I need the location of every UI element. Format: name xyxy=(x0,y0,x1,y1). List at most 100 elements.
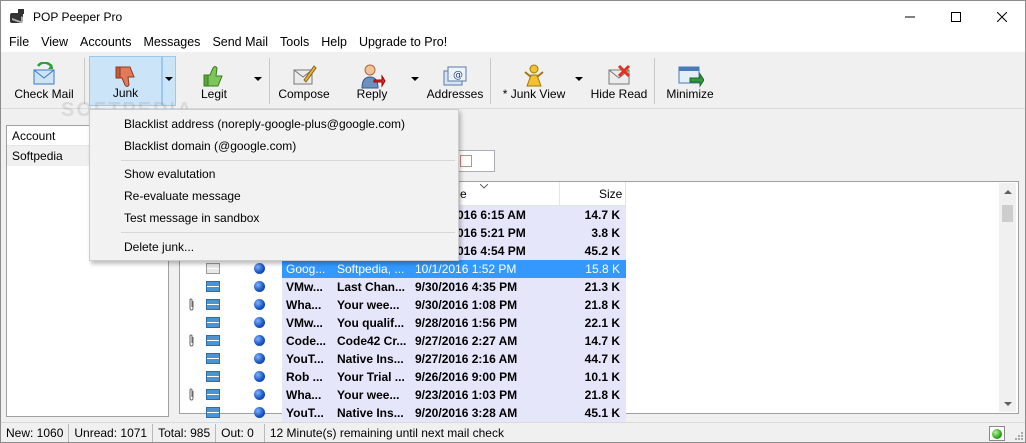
priority-dot-icon xyxy=(254,371,265,382)
table-row[interactable]: Code... Code42 Cr... 9/27/2016 2:27 AM 1… xyxy=(180,332,626,350)
status-unread: Unread: 1071 xyxy=(69,423,154,442)
resize-grip-icon[interactable] xyxy=(1013,430,1023,440)
column-header-size[interactable]: Size xyxy=(561,182,626,206)
vertical-scrollbar[interactable] xyxy=(999,183,1016,412)
filter-color-swatch xyxy=(460,155,472,167)
menu-send-mail[interactable]: Send Mail xyxy=(206,32,274,52)
status-out: Out: 0 xyxy=(216,423,265,442)
reply-button[interactable]: Reply xyxy=(341,56,403,106)
hide-read-icon xyxy=(608,64,631,85)
row-from: Wha... xyxy=(286,298,322,312)
menu-file[interactable]: File xyxy=(3,32,35,52)
table-row[interactable]: VMw... You qualif... 9/28/2016 1:56 PM 2… xyxy=(180,314,626,332)
legit-dropdown-button[interactable] xyxy=(251,56,265,106)
table-row[interactable]: VMw... Last Chan... 9/30/2016 4:35 PM 21… xyxy=(180,278,626,296)
junk-view-dropdown-button[interactable] xyxy=(572,56,586,106)
row-subject: Your wee... xyxy=(337,298,400,312)
priority-dot-icon xyxy=(254,389,265,400)
status-total: Total: 985 xyxy=(153,423,217,442)
attachment-icon xyxy=(188,332,198,350)
check-mail-icon xyxy=(33,62,55,85)
filter-field[interactable] xyxy=(453,150,495,172)
maximize-icon xyxy=(951,11,961,22)
table-row[interactable]: Wha... Your wee... 9/30/2016 1:08 PM 21.… xyxy=(180,296,626,314)
app-logo-icon xyxy=(9,8,25,25)
menu-accounts[interactable]: Accounts xyxy=(74,32,137,52)
priority-dot-icon xyxy=(254,299,265,310)
row-date: 9/27/2016 2:16 AM xyxy=(415,352,518,366)
menu-item-delete-junk[interactable]: Delete junk... xyxy=(90,236,458,258)
menu-view[interactable]: View xyxy=(35,32,74,52)
row-size: 21.8 K xyxy=(584,388,620,402)
menu-item-show-evaluation[interactable]: Show evalutation xyxy=(90,163,458,185)
envelope-icon xyxy=(206,299,220,310)
minimize-window-button[interactable] xyxy=(887,1,933,32)
thumbs-up-icon xyxy=(203,66,223,87)
scroll-thumb[interactable] xyxy=(1002,205,1013,222)
chevron-down-icon xyxy=(411,77,419,81)
table-row[interactable]: Wha... Your wee... 9/23/2016 1:03 PM 21.… xyxy=(180,386,626,404)
menu-item-test-sandbox[interactable]: Test message in sandbox xyxy=(90,207,458,229)
menu-item-blacklist-address[interactable]: Blacklist address (noreply-google-plus@g… xyxy=(90,113,458,135)
row-date: 9/30/2016 1:08 PM xyxy=(415,298,518,312)
row-date: 9/20/2016 3:28 AM xyxy=(415,406,518,420)
row-size: 10.1 K xyxy=(584,370,620,384)
addresses-button[interactable]: @ Addresses xyxy=(425,56,485,106)
row-date: 9/23/2016 1:03 PM xyxy=(415,388,518,402)
window-title: POP Peeper Pro xyxy=(33,9,123,24)
connection-status-icon xyxy=(989,426,1005,441)
app-window: POP Peeper Pro File View Accounts Messag… xyxy=(0,0,1026,443)
row-from: YouT... xyxy=(286,406,324,420)
minimize-icon xyxy=(905,16,915,17)
junk-view-button[interactable]: * Junk View xyxy=(497,56,571,106)
title-bar: POP Peeper Pro xyxy=(1,1,1025,32)
toolbar-separator xyxy=(490,58,491,104)
menu-separator xyxy=(121,160,455,161)
reply-dropdown-button[interactable] xyxy=(408,56,422,106)
row-from: Wha... xyxy=(286,388,322,402)
row-from: VMw... xyxy=(286,316,323,330)
menu-tools[interactable]: Tools xyxy=(274,32,315,52)
row-date: 9/27/2016 2:27 AM xyxy=(415,334,518,348)
envelope-icon xyxy=(206,335,220,346)
menu-item-blacklist-domain[interactable]: Blacklist domain (@google.com) xyxy=(90,135,458,157)
row-date: 10/1/2016 1:52 PM xyxy=(415,262,517,276)
envelope-icon xyxy=(206,371,220,382)
menu-upgrade[interactable]: Upgrade to Pro! xyxy=(353,32,453,52)
priority-dot-icon xyxy=(254,353,265,364)
row-size: 22.1 K xyxy=(584,316,620,330)
priority-dot-icon xyxy=(254,263,265,274)
row-size: 15.8 K xyxy=(585,262,620,276)
scroll-up-button[interactable] xyxy=(999,183,1016,200)
menu-messages[interactable]: Messages xyxy=(137,32,206,52)
row-subject: Softpedia, ... xyxy=(337,262,405,276)
status-bar: New: 1060 Unread: 1071 Total: 985 Out: 0… xyxy=(1,422,1025,442)
status-next-check: 12 Minute(s) remaining until next mail c… xyxy=(269,425,504,440)
row-size: 14.7 K xyxy=(584,334,620,348)
thumbs-down-icon xyxy=(115,66,135,87)
close-window-button[interactable] xyxy=(979,1,1025,32)
row-size: 3.8 K xyxy=(591,226,620,240)
reply-icon xyxy=(361,64,386,89)
table-row-selected[interactable]: Goog... Softpedia, ... 10/1/2016 1:52 PM… xyxy=(180,260,626,278)
row-subject: Native Ins... xyxy=(337,406,404,420)
scroll-down-button[interactable] xyxy=(999,395,1016,412)
table-row[interactable]: YouT... Native Ins... 9/27/2016 2:16 AM … xyxy=(180,350,626,368)
arrow-down-icon xyxy=(1003,401,1012,406)
maximize-window-button[interactable] xyxy=(933,1,979,32)
table-row[interactable]: Rob ... Your Trial ... 9/26/2016 9:00 PM… xyxy=(180,368,626,386)
chevron-down-icon xyxy=(165,77,173,81)
row-date: 9/28/2016 1:56 PM xyxy=(415,316,518,330)
arrow-up-icon xyxy=(1003,189,1012,194)
row-subject: Last Chan... xyxy=(337,280,406,294)
menu-item-reevaluate[interactable]: Re-evaluate message xyxy=(90,185,458,207)
hide-read-button[interactable]: Hide Read xyxy=(589,56,649,106)
column-header-date[interactable]: e xyxy=(460,182,560,206)
row-size: 45.2 K xyxy=(584,244,620,258)
priority-dot-icon xyxy=(254,317,265,328)
menu-help[interactable]: Help xyxy=(315,32,353,52)
junk-context-menu: Blacklist address (noreply-google-plus@g… xyxy=(89,109,459,261)
table-row[interactable]: YouT... Native Ins... 9/20/2016 3:28 AM … xyxy=(180,404,626,422)
compose-button[interactable]: Compose xyxy=(273,56,335,106)
minimize-button[interactable]: Minimize xyxy=(659,56,721,106)
